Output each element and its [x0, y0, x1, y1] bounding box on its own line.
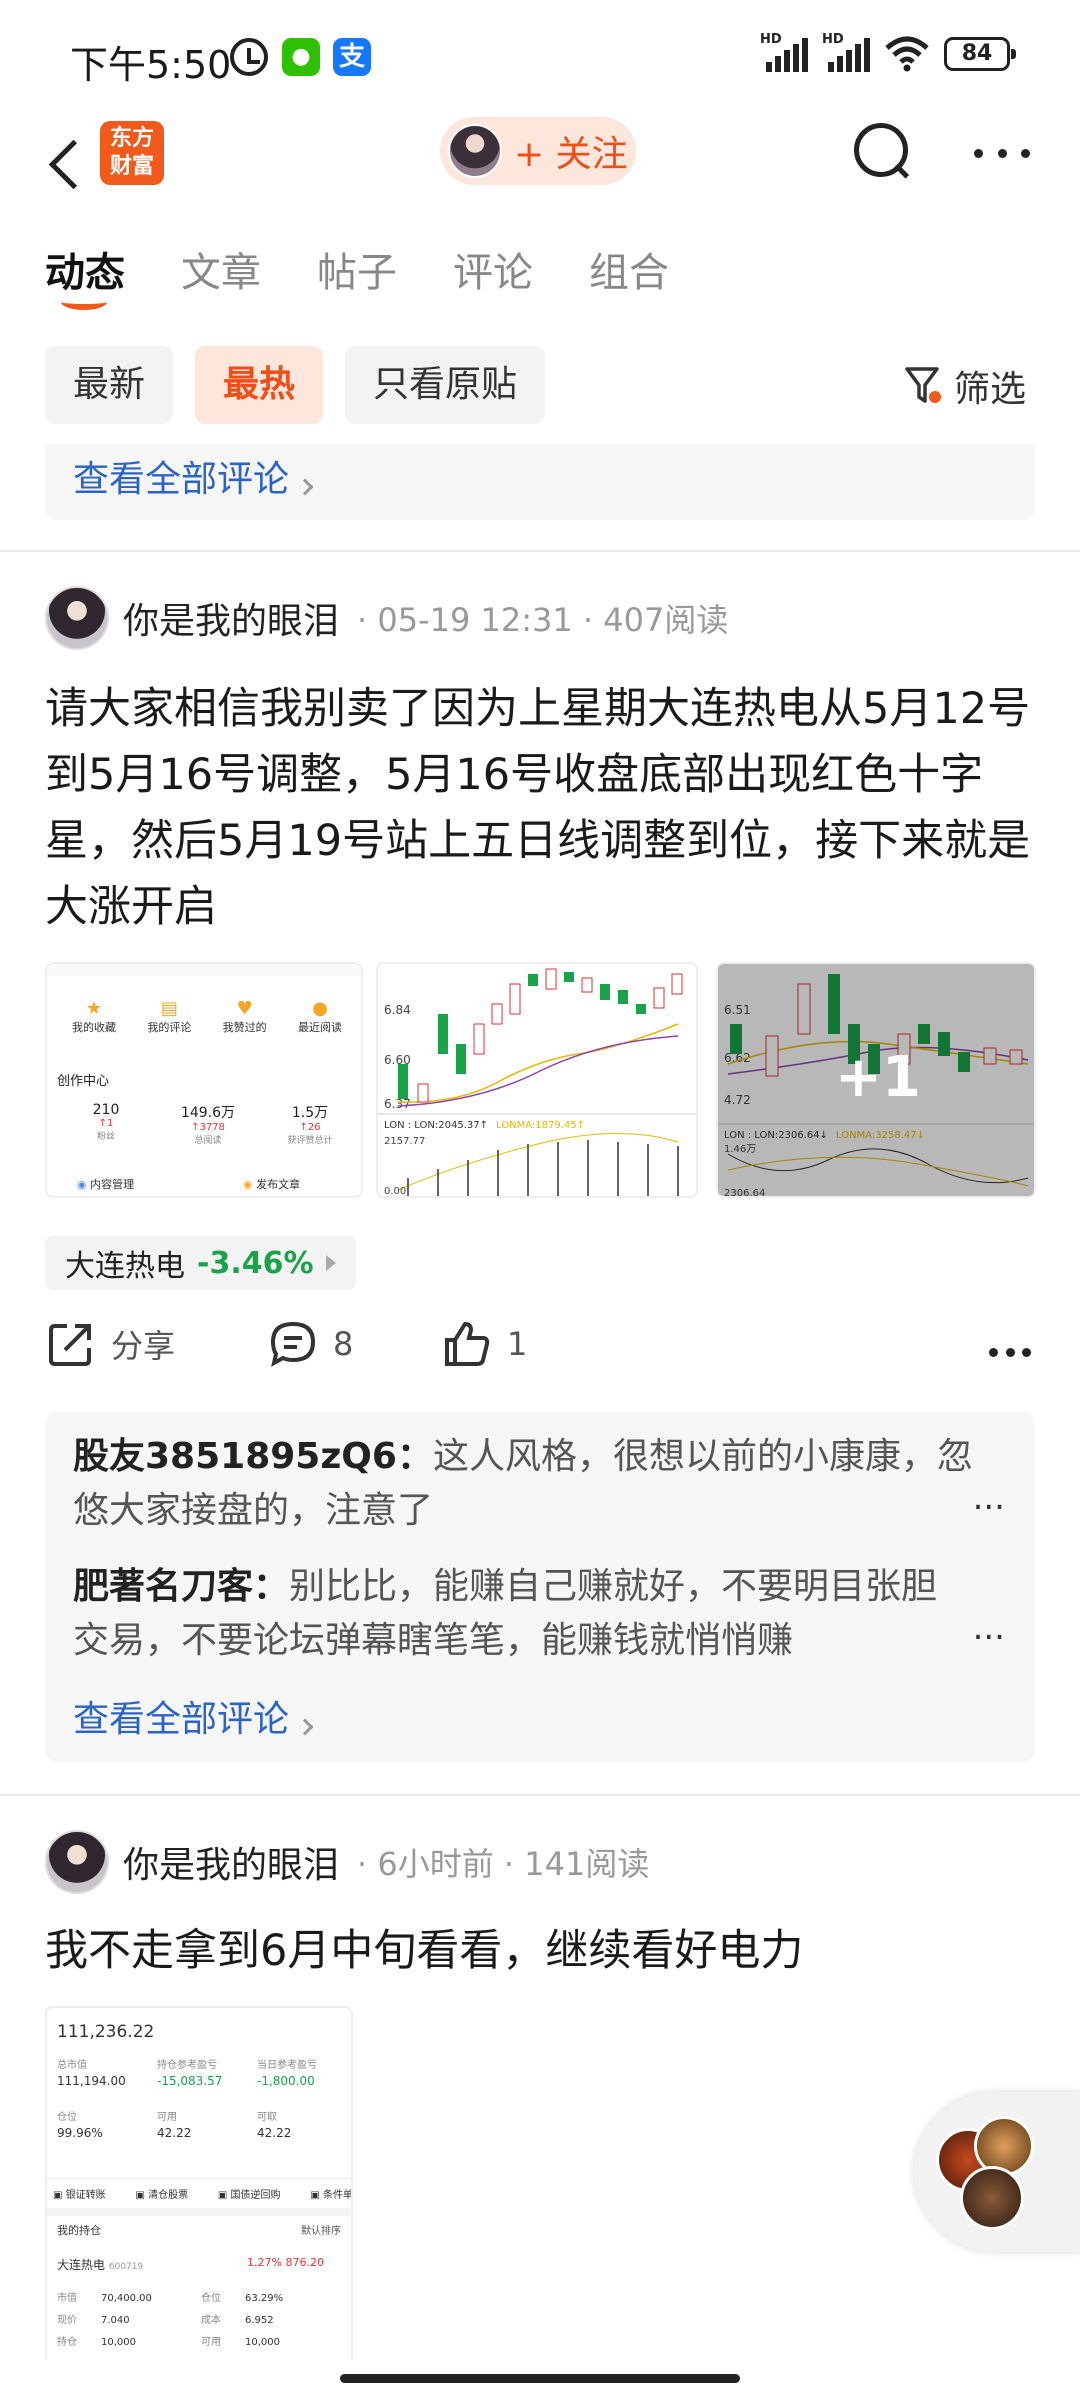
- share-button[interactable]: 分享: [45, 1318, 175, 1370]
- divider: [0, 550, 1080, 552]
- profile-tabs: 动态 文章 帖子 评论 组合: [45, 240, 669, 320]
- back-button[interactable]: [38, 125, 98, 205]
- like-button[interactable]: 1: [441, 1318, 527, 1370]
- chip-latest[interactable]: 最新: [45, 346, 174, 424]
- tab-dynamic[interactable]: 动态: [45, 240, 125, 310]
- view-all-comments-link[interactable]: 查看全部评论: [73, 1690, 314, 1742]
- kline-chart-image: 6.84 6.60 6.37 LON : LON:2045.37↑ LONMA:…: [378, 964, 696, 1197]
- chip-original-only[interactable]: 只看原贴: [345, 346, 546, 424]
- comment-preview-box: 股友3851895zQ6：这人风格，很想以前的小康康，忽悠大家接盘的，注意了 .…: [45, 1412, 1035, 1762]
- post-more-icon[interactable]: [989, 1344, 1031, 1360]
- search-icon[interactable]: [850, 119, 914, 183]
- svg-text:2157.77: 2157.77: [384, 1136, 425, 1147]
- avatar[interactable]: [45, 1830, 109, 1894]
- comment-item[interactable]: 肥著名刀客：别比比，能赚自己赚就好，不要明目张胆交易，不要论坛弹幕瞎笔笔，能赚钱…: [73, 1560, 973, 1668]
- post-author-row[interactable]: 你是我的眼泪 · 05-19 12:31 · 407阅读: [45, 586, 728, 650]
- stock-name: 大连热电: [65, 1249, 185, 1284]
- stock-change: -3.46%: [197, 1245, 314, 1281]
- top-nav: 东方 财富 + 关注: [0, 115, 1080, 235]
- chip-hot[interactable]: 最热: [195, 346, 324, 424]
- post-image-2[interactable]: 6.84 6.60 6.37 LON : LON:2045.37↑ LONMA:…: [376, 962, 698, 1198]
- comment-button[interactable]: 8: [267, 1318, 353, 1370]
- more-images-count: +1: [835, 1045, 921, 1110]
- comment-item[interactable]: 股友3851895zQ6：这人风格，很想以前的小康康，忽悠大家接盘的，注意了: [73, 1430, 973, 1538]
- avatar: [960, 2166, 1024, 2230]
- avatar[interactable]: [45, 586, 109, 650]
- kline-chart-image: 6.51 6.62 4.72 LON : LON:2306.64↓ LONMA:…: [718, 964, 1034, 1196]
- previous-comments-box: 查看全部评论: [45, 444, 1035, 520]
- signal-icon-2: HD: [822, 32, 870, 72]
- post-author[interactable]: 你是我的眼泪: [123, 592, 339, 644]
- alipay-icon: 支: [333, 38, 371, 76]
- post-meta: · 6小时前 · 141阅读: [357, 1845, 650, 1883]
- post-image-account[interactable]: 111,236.22 总市值 持仓参考盈亏 当日参考盈亏 111,194.00 -15…: [45, 2006, 353, 2360]
- alarm-icon: [230, 38, 268, 76]
- svg-text:LONMA:1879.45↑: LONMA:1879.45↑: [496, 1120, 585, 1131]
- comment-icon: [270, 1321, 316, 1367]
- post-body[interactable]: 请大家相信我别卖了因为上星期大连热电从5月12号到5月16号调整，5月16号收盘…: [45, 676, 1035, 940]
- floating-live-avatars[interactable]: [914, 2092, 1080, 2252]
- status-bar: 下午5:50 ● 支 HD HD 84: [0, 0, 1080, 115]
- sort-chips: 最新 最热 只看原贴: [45, 346, 546, 424]
- post-author-row[interactable]: 你是我的眼泪 · 6小时前 · 141阅读: [45, 1830, 649, 1894]
- post-image-3[interactable]: 6.51 6.62 4.72 LON : LON:2306.64↓ LONMA:…: [716, 962, 1036, 1198]
- chevron-right-icon: [325, 1255, 336, 1271]
- follow-label: + 关注: [514, 134, 628, 175]
- wechat-icon: ●: [282, 38, 320, 76]
- post-body[interactable]: 我不走拿到6月中旬看看，继续看好电力: [45, 1918, 1035, 1984]
- filter-label: 筛选: [954, 369, 1027, 410]
- svg-text:6.84: 6.84: [384, 1003, 411, 1017]
- thumbs-up-icon: [445, 1321, 490, 1366]
- svg-text:0.00: 0.00: [384, 1186, 406, 1197]
- view-all-comments-link[interactable]: 查看全部评论: [73, 450, 314, 502]
- svg-text:6.37: 6.37: [384, 1097, 411, 1111]
- post-meta: · 05-19 12:31 · 407阅读: [357, 601, 729, 639]
- signal-icon: HD: [760, 32, 808, 72]
- post-actions: 分享 8 1: [45, 1318, 1035, 1388]
- share-icon: [49, 1324, 91, 1366]
- post-author[interactable]: 你是我的眼泪: [123, 1836, 339, 1888]
- home-indicator[interactable]: [340, 2374, 740, 2383]
- app-logo: 东方 财富: [100, 121, 164, 185]
- stock-tag[interactable]: 大连热电 -3.46%: [45, 1236, 356, 1290]
- wifi-icon: [885, 36, 929, 72]
- svg-text:LON : LON:2045.37↑: LON : LON:2045.37↑: [384, 1120, 488, 1131]
- divider: [0, 1794, 1080, 1796]
- battery-icon: 84: [944, 37, 1016, 71]
- filter-button[interactable]: 筛选: [904, 360, 1026, 412]
- filter-icon: [905, 367, 941, 403]
- tab-articles[interactable]: 文章: [181, 240, 261, 310]
- tab-posts[interactable]: 帖子: [317, 240, 397, 310]
- avatar: [448, 124, 502, 178]
- more-icon[interactable]: [974, 145, 1030, 161]
- post-image-1[interactable]: ★ 我的收藏 ▤ 我的评论 ♥ 我赞过的 ● 最近阅读 创作中心 210 ↑1 粉丝 149…: [45, 962, 363, 1198]
- status-time: 下午5:50: [70, 43, 232, 87]
- follow-button[interactable]: + 关注: [440, 117, 636, 185]
- tab-portfolio[interactable]: 组合: [589, 240, 669, 310]
- tab-comments[interactable]: 评论: [453, 240, 533, 310]
